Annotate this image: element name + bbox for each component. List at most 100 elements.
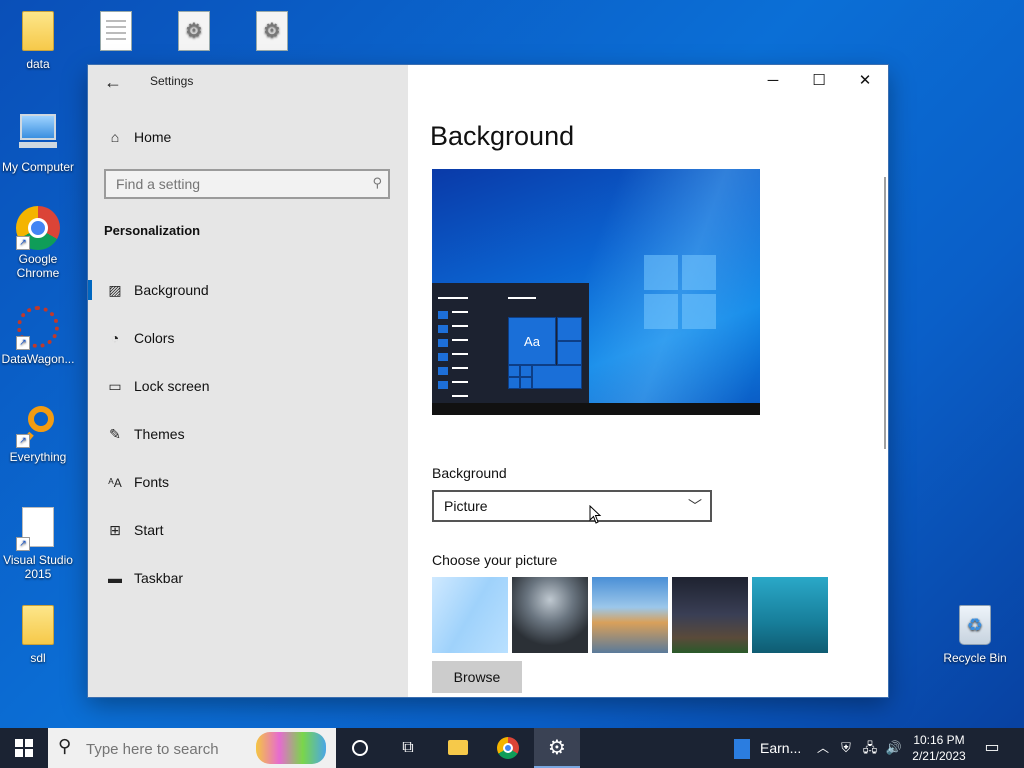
lock-screen-icon: ▭: [108, 378, 122, 394]
desktop-icon-label: Google Chrome: [16, 252, 60, 280]
chevron-down-icon: ﹀: [688, 498, 702, 514]
preview-taskbar: [432, 403, 760, 415]
folder-icon: [16, 11, 60, 55]
settings-sidebar: ← Settings ⌂ Home ⚲ Personalization ▨ Back…: [88, 65, 408, 697]
home-icon: ⌂: [110, 129, 120, 145]
folder-icon: [448, 740, 468, 756]
find-setting-search[interactable]: ⚲: [104, 169, 390, 199]
shortcut-arrow-icon: ↗: [16, 236, 30, 250]
desktop-icon-label: Visual Studio 2015: [3, 553, 73, 581]
close-button[interactable]: ✕: [842, 65, 888, 97]
datawagon-icon: ↗: [16, 306, 60, 350]
security-alert-icon: ⛨: [841, 740, 851, 755]
search-highlight-image: [256, 732, 326, 764]
desktop-icon-recycle-bin[interactable]: ♻ Recycle Bin: [937, 602, 1013, 665]
sidebar-item-start[interactable]: ⊞ Start: [104, 518, 163, 542]
back-arrow-icon[interactable]: ←: [102, 71, 124, 93]
desktop-icon-dll-1[interactable]: ⚙: [156, 8, 232, 57]
chrome-taskbar-button[interactable]: [486, 728, 530, 768]
sidebar-item-label: Taskbar: [134, 570, 184, 586]
font-icon: ᴬA: [108, 476, 122, 490]
page-title: Background: [430, 121, 575, 151]
windows-logo-icon: [15, 738, 33, 757]
clock-date: 2/21/2023: [912, 749, 966, 763]
cortana-circle-icon: [352, 739, 368, 756]
desktop-icon-file[interactable]: [78, 8, 154, 57]
background-preview: Aa: [432, 169, 760, 415]
chevron-up-icon: ︿: [816, 741, 829, 755]
settings-taskbar-button[interactable]: ⚙: [534, 728, 580, 768]
sidebar-item-label: Colors: [134, 330, 175, 346]
magnifier-icon: ↗: [16, 404, 60, 448]
cortana-button[interactable]: [340, 728, 380, 768]
windows-logo-icon: [644, 255, 716, 329]
app-taskbar-button[interactable]: Earn...: [728, 728, 808, 768]
network-icon: 🖧: [862, 740, 878, 755]
start-button[interactable]: [0, 728, 48, 768]
window-title: Settings: [150, 74, 194, 88]
sidebar-item-colors[interactable]: ◔ Colors: [104, 326, 175, 350]
document-icon: ↗: [16, 507, 60, 551]
background-type-dropdown[interactable]: Picture ﹀: [432, 490, 712, 522]
gear-icon: ⚙: [548, 737, 566, 759]
taskbar-search-input[interactable]: [84, 736, 248, 762]
settings-window: ← Settings ⌂ Home ⚲ Personalization ▨ Back…: [88, 65, 888, 697]
file-explorer-button[interactable]: [436, 728, 480, 768]
tray-network[interactable]: 🖧: [860, 728, 880, 768]
sidebar-item-fonts[interactable]: ᴬA Fonts: [104, 470, 169, 494]
tray-volume[interactable]: 🔊: [884, 728, 904, 768]
sidebar-item-label: Fonts: [134, 474, 170, 490]
sidebar-home[interactable]: ⌂ Home: [104, 129, 172, 145]
desktop-icon-datawagon[interactable]: ↗ DataWagon...: [0, 306, 76, 366]
recycle-bin-icon: ♻: [953, 605, 997, 649]
picture-icon: ▨: [108, 282, 122, 298]
preview-start-menu: Aa: [432, 283, 589, 403]
sidebar-item-lock-screen[interactable]: ▭ Lock screen: [104, 374, 209, 398]
picture-thumbnail[interactable]: [672, 577, 748, 653]
sidebar-item-label: Background: [134, 282, 209, 298]
settings-content: ─ ☐ ✕ Background Aa Background Picture ﹀…: [408, 65, 888, 697]
tray-security[interactable]: ⛨: [836, 728, 856, 768]
desktop-icon-chrome[interactable]: ↗ Google Chrome: [0, 206, 76, 280]
section-title: Personalization: [104, 223, 201, 238]
browse-button[interactable]: Browse: [432, 661, 522, 693]
desktop-icon-everything[interactable]: ↗ Everything: [0, 404, 76, 464]
desktop-icon-label: data: [26, 57, 50, 71]
desktop-icon-dll-2[interactable]: ⚙: [234, 8, 310, 57]
notification-center-button[interactable]: ▭: [978, 728, 1006, 768]
picture-thumbnail[interactable]: [432, 577, 508, 653]
minimize-button[interactable]: ─: [750, 65, 796, 97]
folder-icon: [16, 605, 60, 649]
preview-tile: Aa: [508, 317, 556, 365]
clock[interactable]: 10:16 PM 2/21/2023: [908, 732, 970, 764]
picture-thumbnail[interactable]: [592, 577, 668, 653]
picture-thumbnail[interactable]: [512, 577, 588, 653]
taskbar-search[interactable]: ⚲: [48, 728, 336, 768]
home-label: Home: [134, 129, 172, 145]
sidebar-item-label: Lock screen: [134, 378, 210, 394]
dll-gear-icon: ⚙: [250, 11, 294, 55]
shortcut-arrow-icon: ↗: [16, 336, 30, 350]
picture-thumbnail[interactable]: [752, 577, 828, 653]
content-scrollbar[interactable]: [884, 177, 886, 449]
desktop-icon-my-computer[interactable]: My Computer: [0, 108, 76, 174]
show-hidden-icons[interactable]: ︿: [814, 728, 832, 768]
desktop-icon-data[interactable]: data: [0, 8, 76, 71]
search-input[interactable]: [106, 171, 366, 197]
search-icon: ⚲: [372, 175, 382, 190]
notification-icon: ▭: [984, 739, 1000, 756]
task-view-button[interactable]: ⧉: [388, 728, 428, 768]
task-view-icon: ⧉: [402, 739, 414, 756]
desktop-icon-visual-studio[interactable]: ↗ Visual Studio 2015: [0, 504, 76, 581]
start-icon: ⊞: [109, 522, 121, 538]
desktop-icon-label: Everything: [9, 450, 67, 464]
shortcut-arrow-icon: ↗: [16, 537, 30, 551]
taskbar: ⚲ ⧉ ⚙ Earn... ︿ ⛨ 🖧 🔊 10:16 PM 2/21/2023…: [0, 728, 1024, 768]
desktop-icon-sdl[interactable]: sdl: [0, 602, 76, 665]
sidebar-item-taskbar[interactable]: ▬ Taskbar: [104, 566, 183, 590]
maximize-button[interactable]: ☐: [796, 65, 842, 97]
sidebar-item-themes[interactable]: ✎ Themes: [104, 422, 184, 446]
speaker-icon: 🔊: [885, 740, 903, 755]
dll-gear-icon: ⚙: [172, 11, 216, 55]
sidebar-item-background[interactable]: ▨ Background: [88, 278, 209, 302]
